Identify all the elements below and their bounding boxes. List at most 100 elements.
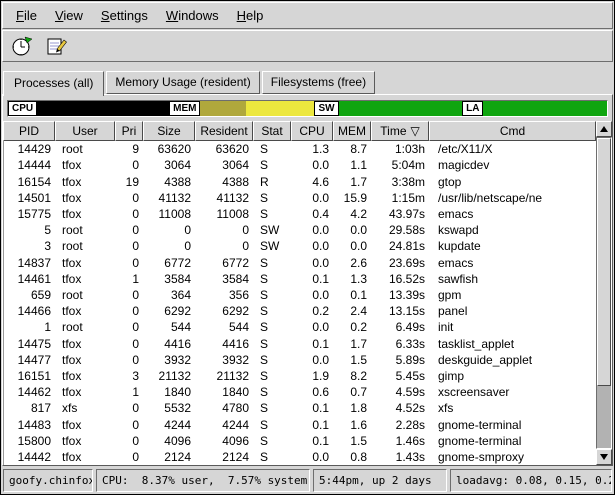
menu-help[interactable]: Help	[228, 4, 273, 27]
cell-mem: 15.9	[334, 191, 372, 205]
cell-resident: 544	[196, 320, 254, 334]
column-header-mem[interactable]: MEM	[333, 121, 371, 141]
cell-user: root	[56, 223, 116, 237]
memory-edit-button[interactable]	[44, 33, 70, 59]
cell-user: tfox	[56, 434, 116, 448]
cell-resident: 1840	[196, 385, 254, 399]
cell-size: 2124	[144, 450, 196, 464]
cell-user: tfox	[56, 353, 116, 367]
process-row[interactable]: 659 root 0 364 356 S 0.0 0.1 13.39s gpm	[4, 287, 596, 303]
cell-user: xfs	[56, 401, 116, 415]
process-row[interactable]: 14461 tfox 1 3584 3584 S 0.1 1.3 16.52s …	[4, 271, 596, 287]
mem-used-segment	[200, 101, 246, 116]
cell-user: tfox	[56, 418, 116, 432]
cell-user: tfox	[56, 256, 116, 270]
cell-time: 23.69s	[372, 256, 430, 270]
cell-user: tfox	[56, 191, 116, 205]
cell-resident: 4388	[196, 175, 254, 189]
menu-settings[interactable]: Settings	[92, 4, 157, 27]
process-row[interactable]: 14501 tfox 0 41132 41132 S 0.0 15.9 1:15…	[4, 190, 596, 206]
column-header-pid[interactable]: PID	[3, 121, 55, 141]
cell-pid: 14462	[4, 385, 56, 399]
cell-stat: S	[254, 337, 292, 351]
process-row[interactable]: 14444 tfox 0 3064 3064 S 0.0 1.1 5:04m m…	[4, 157, 596, 173]
hostname-panel: goofy.chinfox	[3, 469, 93, 492]
cell-cpu: 0.1	[292, 434, 334, 448]
tab-memory-usage[interactable]: Memory Usage (resident)	[106, 71, 259, 94]
cell-mem: 2.6	[334, 256, 372, 270]
cell-time: 2.28s	[372, 418, 430, 432]
tab-filesystems[interactable]: Filesystems (free)	[262, 71, 375, 94]
cell-resident: 3932	[196, 353, 254, 367]
process-row[interactable]: 14462 tfox 1 1840 1840 S 0.6 0.7 4.59s x…	[4, 384, 596, 400]
cell-pri: 0	[116, 256, 144, 270]
menu-file[interactable]: File	[7, 4, 46, 27]
cell-size: 0	[144, 239, 196, 253]
process-row[interactable]: 817 xfs 0 5532 4780 S 0.1 1.8 4.52s xfs	[4, 400, 596, 416]
process-row[interactable]: 14483 tfox 0 4244 4244 S 0.1 1.6 2.28s g…	[4, 416, 596, 432]
cell-user: tfox	[56, 369, 116, 383]
cell-user: tfox	[56, 207, 116, 221]
cell-size: 5532	[144, 401, 196, 415]
scroll-down-button[interactable]	[596, 449, 612, 465]
column-header-user[interactable]: User	[55, 121, 115, 141]
column-header-size[interactable]: Size	[143, 121, 195, 141]
column-header-time[interactable]: Time ▽	[371, 121, 429, 141]
process-row[interactable]: 14429 root 9 63620 63620 S 1.3 8.7 1:03h…	[4, 141, 596, 157]
cell-pri: 0	[116, 434, 144, 448]
process-row[interactable]: 5 root 0 0 0 SW 0.0 0.0 29.58s kswapd	[4, 222, 596, 238]
cell-user: root	[56, 288, 116, 302]
cpu-gauge-button[interactable]	[9, 33, 35, 59]
process-row[interactable]: 15800 tfox 0 4096 4096 S 0.1 1.5 1.46s g…	[4, 433, 596, 449]
process-row[interactable]: 14837 tfox 0 6772 6772 S 0.0 2.6 23.69s …	[4, 254, 596, 270]
status-bar: goofy.chinfox CPU: 8.37% user, 7.57% sys…	[1, 466, 614, 494]
process-row[interactable]: 15775 tfox 0 11008 11008 S 0.4 4.2 43.97…	[4, 206, 596, 222]
cell-size: 4096	[144, 434, 196, 448]
column-header-resident[interactable]: Resident	[195, 121, 253, 141]
cell-pid: 15775	[4, 207, 56, 221]
process-row[interactable]: 14466 tfox 0 6292 6292 S 0.2 2.4 13.15s …	[4, 303, 596, 319]
menu-view[interactable]: View	[46, 4, 92, 27]
vertical-scrollbar	[596, 121, 612, 465]
cell-cmd: gnome-terminal	[430, 418, 596, 432]
cell-cpu: 0.0	[292, 191, 334, 205]
scrollbar-thumb[interactable]	[597, 138, 611, 386]
cell-cpu: 0.0	[292, 288, 334, 302]
cell-pri: 3	[116, 369, 144, 383]
process-row[interactable]: 16154 tfox 19 4388 4388 R 4.6 1.7 3:38m …	[4, 173, 596, 189]
cell-time: 43.97s	[372, 207, 430, 221]
column-header-pri[interactable]: Pri	[115, 121, 143, 141]
cell-mem: 0.0	[334, 239, 372, 253]
cell-cpu: 0.1	[292, 418, 334, 432]
cell-pid: 14461	[4, 272, 56, 286]
cell-user: root	[56, 239, 116, 253]
cell-time: 5.45s	[372, 369, 430, 383]
menu-windows[interactable]: Windows	[157, 4, 228, 27]
process-table-column: PID User Pri Size Resident Stat CPU MEM …	[3, 121, 596, 465]
mem-cache-segment	[246, 101, 314, 116]
tab-processes[interactable]: Processes (all)	[3, 71, 104, 96]
clock-uptime-panel: 5:44pm, up 2 days	[313, 469, 447, 492]
cell-mem: 1.1	[334, 158, 372, 172]
process-row[interactable]: 14477 tfox 0 3932 3932 S 0.0 1.5 5.89s d…	[4, 352, 596, 368]
cell-time: 1.46s	[372, 434, 430, 448]
scrollbar-track[interactable]	[596, 137, 612, 449]
cell-mem: 1.3	[334, 272, 372, 286]
process-row[interactable]: 14442 tfox 0 2124 2124 S 0.0 0.8 1.43s g…	[4, 449, 596, 465]
column-header-cpu[interactable]: CPU	[291, 121, 333, 141]
process-row[interactable]: 14475 tfox 0 4416 4416 S 0.1 1.7 6.33s t…	[4, 335, 596, 351]
cell-mem: 1.6	[334, 418, 372, 432]
cell-stat: S	[254, 304, 292, 318]
process-row[interactable]: 3 root 0 0 0 SW 0.0 0.0 24.81s kupdate	[4, 238, 596, 254]
column-header-cmd[interactable]: Cmd	[429, 121, 596, 141]
cell-pri: 0	[116, 207, 144, 221]
cell-size: 0	[144, 223, 196, 237]
edit-note-icon	[46, 35, 68, 57]
cell-size: 6772	[144, 256, 196, 270]
process-row[interactable]: 1 root 0 544 544 S 0.0 0.2 6.49s init	[4, 319, 596, 335]
process-row[interactable]: 16151 tfox 3 21132 21132 S 1.9 8.2 5.45s…	[4, 368, 596, 384]
cell-time: 5.89s	[372, 353, 430, 367]
process-table: PID User Pri Size Resident Stat CPU MEM …	[3, 121, 612, 465]
scroll-up-button[interactable]	[596, 121, 612, 137]
column-header-stat[interactable]: Stat	[253, 121, 291, 141]
